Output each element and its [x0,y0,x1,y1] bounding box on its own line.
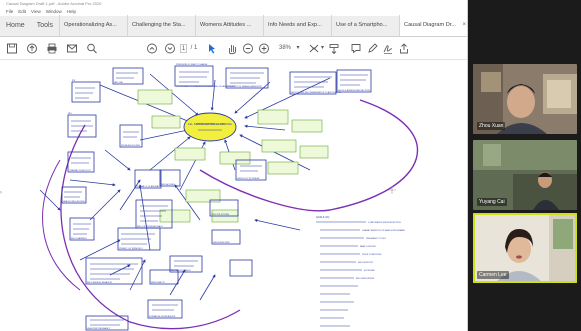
window-title: Causal Diagram Draft 1.pdf - Adobe Acrob… [6,1,102,6]
doc-tab[interactable]: Womens Attitudes ... [195,15,263,36]
tab-home[interactable]: Home [0,15,31,36]
hand-icon[interactable] [226,42,238,55]
causal-diagram: ALL SATISFACTION w/ ARRIVAL FAD ONE IPS … [39,63,419,331]
diagram-node: TRUST IN SYSTEM [211,214,229,216]
chevron-down-icon[interactable]: ▾ [320,42,325,55]
print-icon[interactable] [46,42,58,55]
acrobat-window: Causal Diagram Draft 1.pdf - Adobe Acrob… [0,0,468,331]
doc-tab[interactable]: Info Needs and Exp... [263,15,331,36]
diagram-node: FORMATIVE EXPERIENCES [149,315,176,318]
cursor-crosshair-icon [388,186,396,194]
diagram-node: PROBLEM SOLVING [121,145,141,147]
upload-icon[interactable] [26,42,38,55]
doc-tab-label: Womens Attitudes ... [200,22,252,28]
diagram-center-node: ALL SATISFACTION w/ ARRIVAL [188,122,233,126]
note-item: FAMILY HISTORY [360,245,377,248]
title-bar: Causal Diagram Draft 1.pdf - Adobe Acrob… [0,0,467,8]
page-total: / 1 [190,45,198,51]
note-item: CHARACTERISTICS OF HEALTH PROGRAMS [362,229,405,232]
select-arrow-icon[interactable] [207,42,217,55]
video-gallery: Zhou Xuan Yuyang Cai Carmen Lee [468,0,581,331]
doc-tab[interactable]: Challenging the Sta... [127,15,195,36]
doc-tab-label: Info Needs and Exp... [268,22,322,28]
chevron-down-icon[interactable]: ▾ [295,42,301,55]
diagram-node: INFO ACCESS [161,183,175,186]
note-item: INFO SUPPORT [358,262,374,264]
diagram-node: INFO OF PROFESSIONALS [137,225,163,228]
note-item: PREGNANCY TOOLS [366,237,387,240]
note-item: INFO RESOURCES [356,278,375,280]
participant-name: Carmen Lee [477,271,509,279]
doc-tab-label: Operationalizing As... [64,22,117,28]
participant-name: Yuyang Cai [477,198,507,206]
diagram-node: HEALTH INFO ACCESS [63,200,85,203]
search-icon[interactable] [86,42,98,55]
diagram-node: PROPERTY OF NSA AS DIAGNOSTIC [227,85,262,88]
zoom-out-icon[interactable] [242,42,254,55]
note-item: ECONOMIC [364,270,376,272]
diagram-node: SHOULD LINK RECOMMENDATION TO APPLICATIO… [291,91,342,94]
diagram-node: HIGH RISK PREGNANCY [87,327,111,330]
share-icon[interactable] [398,42,410,55]
tab-bar: Home Tools Operationalizing As... Challe… [0,15,467,37]
diagram-node: PERCEIVED RISK [213,242,230,244]
page-up-icon[interactable] [146,42,158,55]
scroll-mode-icon[interactable] [328,42,340,55]
page-down-icon[interactable] [164,42,176,55]
note-item: COMPONENTS FROM SELECTION [368,222,401,224]
diagram-node: SHOULD ASSESS RISK FACTORS [338,89,371,92]
diagram-node: TRANSACTIONS COST [69,169,92,172]
fit-page-icon[interactable] [308,42,320,55]
note-item: PRIOR CONDITIONS [362,254,382,256]
doc-tab-label: Use of a Smartpho... [336,22,388,28]
document-view[interactable]: › ALL SATISFACTION w/ ARRIVAL FAD ONE IP… [0,60,467,331]
participant-tile[interactable]: Zhou Xuan [473,64,577,134]
tab-tools[interactable]: Tools [31,15,59,36]
doc-tab[interactable]: Use of a Smartpho... [331,15,399,36]
doc-tab-active[interactable]: Causal Diagram Dr... × [399,15,467,36]
zoom-level[interactable]: 38% [276,42,294,55]
diagram-node: INFO ABOUT NEEDS [171,269,191,272]
page-number-input[interactable]: 1 [180,44,187,53]
diagram-node: INFO LEARNING [71,237,87,240]
notes-heading: QUALS (IC) [316,216,330,219]
participant-tile[interactable]: Yuyang Cai [473,140,577,210]
diagram-node: INFO SEEKING BEHAVIOR [87,281,113,284]
diagram-node: PERSONALITY [151,281,166,284]
diagram-node: DIFFICULTY W/ ORIENT [237,178,260,180]
sign-icon[interactable] [382,42,394,55]
comment-icon[interactable] [350,42,362,55]
close-icon[interactable]: × [463,15,467,36]
mail-icon[interactable] [66,42,78,55]
pen-icon[interactable] [366,42,378,55]
diagram-node: PRESSURE OF NSA TO CHANGE [176,63,208,66]
toolbar: 1 / 1 38% ▾ ▾ [0,37,467,60]
diagram-node: FAD ONE [114,81,123,84]
save-icon[interactable] [6,42,18,55]
doc-tab-label: Challenging the Sta... [132,22,186,28]
zoom-in-icon[interactable] [258,42,270,55]
diagram-node: PRIVACY OF TERM INFO [119,247,143,250]
doc-tab-label: Causal Diagram Dr... [404,22,456,28]
participant-name: Zhou Xuan [477,122,506,130]
participant-tile-active[interactable]: Carmen Lee [473,213,577,283]
diagram-node: CRUCIALLY OF ANOMALY [136,185,161,188]
doc-tab[interactable]: Operationalizing As... [59,15,127,36]
